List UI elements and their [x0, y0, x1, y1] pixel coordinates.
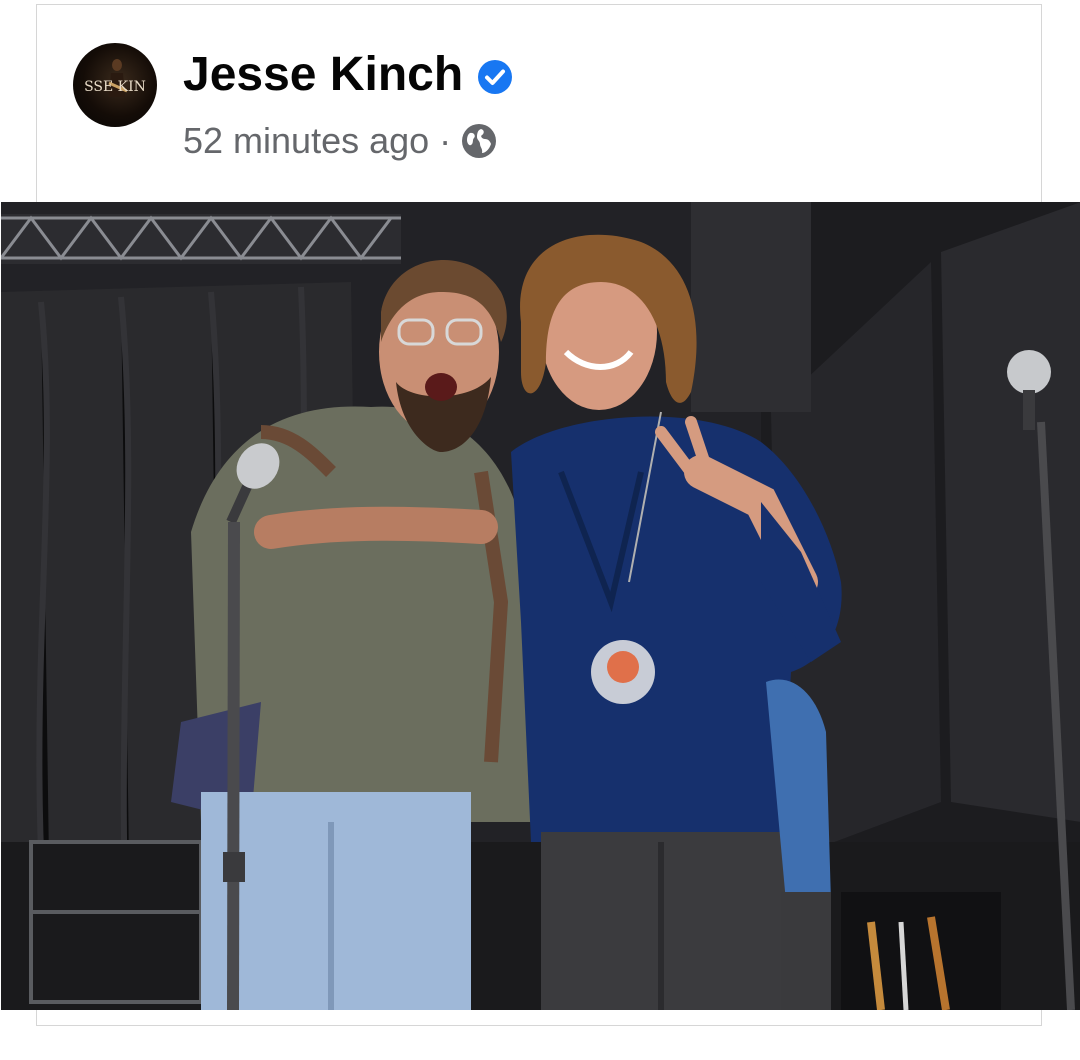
post-card: SSE KIN Jesse Kinch 52 minutes ago ·	[1, 4, 1080, 1026]
post-meta: 52 minutes ago ·	[183, 119, 497, 163]
meta-separator: ·	[439, 120, 452, 161]
post-timestamp[interactable]: 52 minutes ago	[183, 119, 429, 163]
post-photo[interactable]	[1, 202, 1080, 1010]
verified-badge-icon	[478, 60, 513, 94]
author-name[interactable]: Jesse Kinch	[183, 45, 463, 105]
avatar-logo-text: SSE KIN	[84, 79, 146, 95]
author-row: Jesse Kinch	[183, 45, 513, 105]
globe-icon[interactable]	[461, 123, 497, 159]
author-avatar[interactable]: SSE KIN	[73, 43, 157, 127]
post-header: SSE KIN Jesse Kinch 52 minutes ago ·	[37, 5, 1041, 201]
stage-photo	[1, 202, 1080, 1010]
